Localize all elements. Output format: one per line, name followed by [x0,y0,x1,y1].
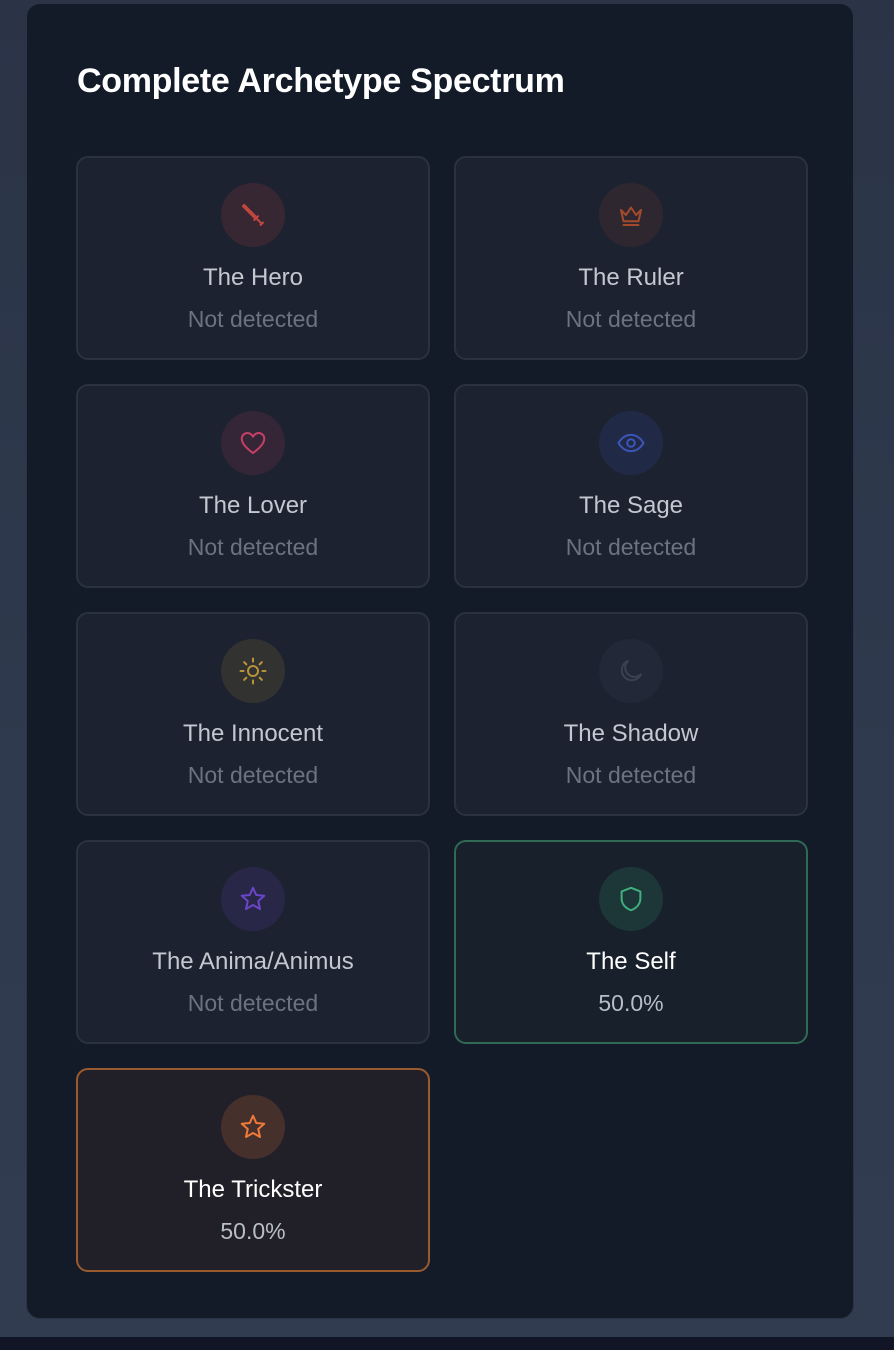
archetype-name: The Sage [578,492,684,519]
archetype-name: The Self [586,948,676,975]
archetype-card-anima-animus[interactable]: The Anima/Animus Not detected [76,840,430,1044]
archetype-card-trickster[interactable]: The Trickster 50.0% [76,1068,430,1272]
archetype-status: Not detected [187,762,319,788]
star-icon [221,1095,285,1159]
moon-icon [599,639,663,703]
archetype-name: The Innocent [182,720,324,747]
archetype-card-self[interactable]: The Self 50.0% [454,840,808,1044]
archetype-score: 50.0% [598,990,664,1016]
archetype-card-sage[interactable]: The Sage Not detected [454,384,808,588]
heart-icon [221,411,285,475]
archetype-name: The Anima/Animus [152,948,354,975]
archetype-card-ruler[interactable]: The Ruler Not detected [454,156,808,360]
archetype-status: Not detected [565,534,697,560]
archetype-card-shadow[interactable]: The Shadow Not detected [454,612,808,816]
eye-icon [599,411,663,475]
archetype-card-lover[interactable]: The Lover Not detected [76,384,430,588]
archetype-card-hero[interactable]: The Hero Not detected [76,156,430,360]
archetype-score: 50.0% [220,1218,286,1244]
archetype-name: The Ruler [578,264,684,291]
archetype-status: Not detected [187,534,319,560]
crown-icon [599,183,663,247]
archetype-status: Not detected [565,306,697,332]
shield-icon [599,867,663,931]
archetype-name: The Shadow [563,720,699,747]
archetype-name: The Trickster [183,1176,323,1203]
archetype-status: Not detected [187,990,319,1016]
sun-icon [221,639,285,703]
archetype-status: Not detected [187,306,319,332]
bottom-strip [0,1337,894,1350]
sword-icon [221,183,285,247]
star-icon [221,867,285,931]
archetype-status: Not detected [565,762,697,788]
panel-title: Complete Archetype Spectrum [77,62,565,100]
archetype-spectrum-panel: Complete Archetype Spectrum The Hero Not… [26,3,854,1319]
archetype-card-innocent[interactable]: The Innocent Not detected [76,612,430,816]
archetype-name: The Lover [198,492,308,519]
archetype-name: The Hero [202,264,304,291]
